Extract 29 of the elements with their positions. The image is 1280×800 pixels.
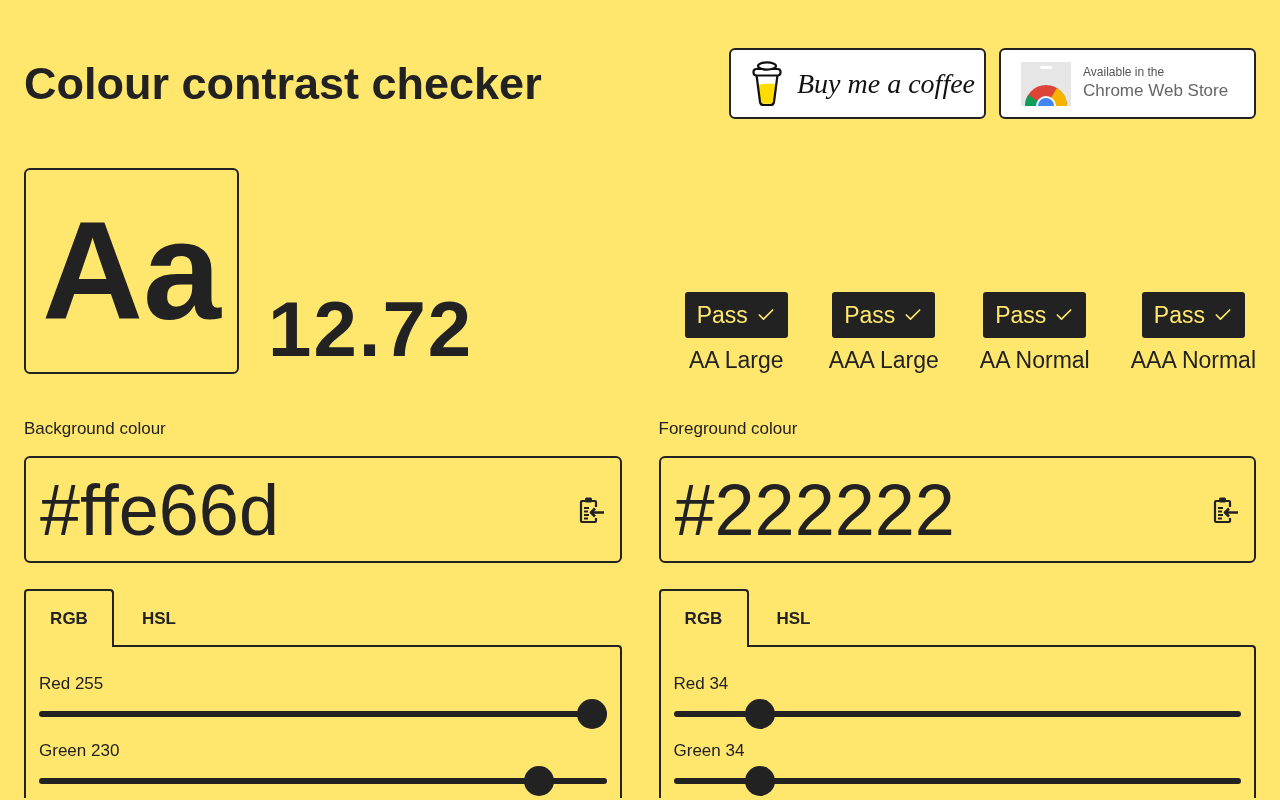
slider-thumb[interactable] — [576, 699, 607, 729]
slider-label: Red 255 — [39, 674, 105, 694]
result-label: AA Normal — [979, 346, 1090, 374]
slider-label: Red 34 — [673, 674, 730, 694]
hex-input[interactable]: #222222 — [658, 456, 1256, 563]
result-status: Pass — [844, 303, 896, 327]
hex-input[interactable]: #ffe66d — [24, 456, 622, 563]
tab[interactable]: RGB — [24, 589, 114, 647]
tab[interactable]: HSL — [114, 589, 204, 647]
result-status: Pass — [995, 303, 1047, 327]
result-label: AAA Normal — [1130, 346, 1256, 374]
web-store-button[interactable]: Available in the Chrome Web Store — [999, 48, 1256, 119]
result-label: AA Large — [688, 346, 784, 374]
buy-me-a-coffee-button[interactable]: Buy me a coffee — [729, 48, 986, 119]
clipboard-icon — [1211, 495, 1239, 524]
slider-label: Green 230 — [39, 741, 121, 761]
tab[interactable]: RGB — [658, 589, 749, 647]
coffee-cup-icon — [751, 60, 783, 107]
result-status: Pass — [696, 303, 748, 327]
store-bag-icon — [1021, 61, 1071, 106]
text-sample: Aa — [24, 168, 239, 374]
field-label: Foreground colour — [658, 419, 799, 439]
slider-label: Green 34 — [673, 741, 746, 761]
result-status: Pass — [1153, 303, 1205, 327]
field-label: Background colour — [24, 419, 167, 439]
page-title: Colour contrast checker — [24, 61, 542, 106]
contrast-ratio: 12.72 — [268, 290, 474, 368]
tab[interactable]: HSL — [748, 589, 839, 647]
result-label: AAA Large — [828, 346, 939, 374]
